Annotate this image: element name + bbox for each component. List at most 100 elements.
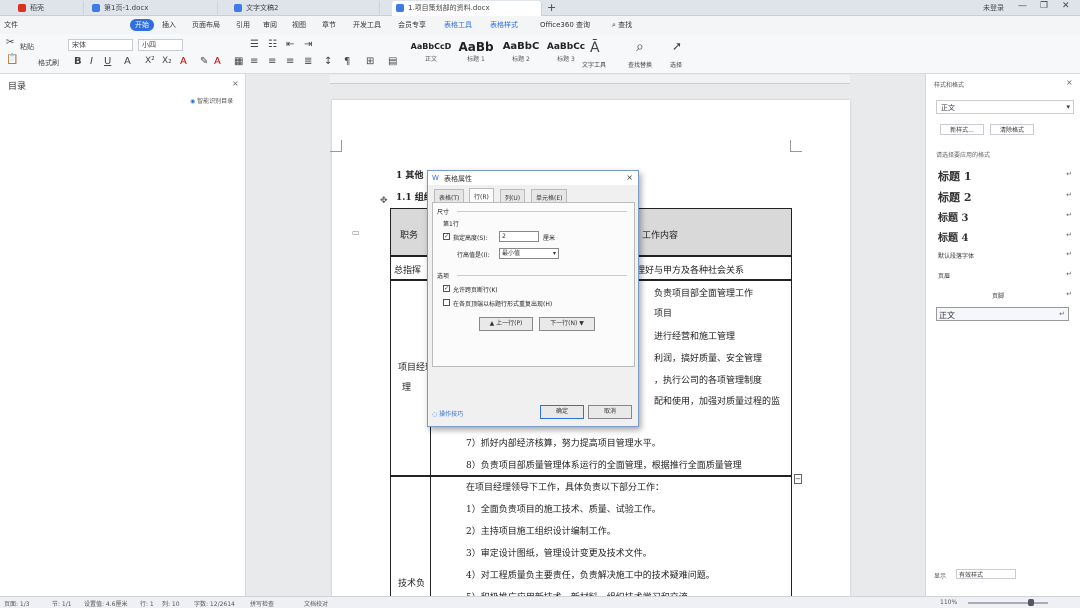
bold-button[interactable]: B xyxy=(74,56,82,67)
tab-doc1[interactable]: 第1页-1.docx xyxy=(88,1,218,16)
next-row-button[interactable]: 下一行(N) ▼ xyxy=(539,317,595,331)
minimize-icon[interactable]: — xyxy=(1018,1,1027,11)
allow-break-checkbox[interactable]: ✓ xyxy=(443,285,450,292)
style-item-heading2[interactable]: 标题 2 xyxy=(938,189,971,205)
cut-icon[interactable]: ✂ xyxy=(6,37,14,48)
word-count[interactable]: 字数: 12/2614 xyxy=(194,599,235,608)
ok-button[interactable]: 确定 xyxy=(540,405,584,419)
zoom-level[interactable]: 110% xyxy=(940,599,957,606)
close-icon[interactable]: ✕ xyxy=(1062,1,1070,11)
menu-view[interactable]: 视图 xyxy=(292,20,306,30)
repeat-header-checkbox[interactable] xyxy=(443,299,450,306)
style-item-header[interactable]: 页眉 xyxy=(938,271,950,280)
tab-column[interactable]: 列(U) xyxy=(500,189,526,202)
current-style-select[interactable]: 正文 ▾ xyxy=(936,100,1074,114)
menu-file[interactable]: 文件 xyxy=(4,20,18,30)
style-item-heading1[interactable]: 标题 1 xyxy=(938,168,971,184)
superscript-button[interactable]: X² xyxy=(145,56,155,66)
style-item-heading4[interactable]: 标题 4 xyxy=(938,229,968,244)
menu-search[interactable]: ⌕ 查找 xyxy=(612,20,632,30)
tab-doc3[interactable]: 1.项目策划部的资料.docx xyxy=(392,1,542,16)
style-normal[interactable]: AaBbCcD 正文 xyxy=(410,40,452,63)
font-size-select[interactable]: 小四 xyxy=(138,39,183,51)
align-right-icon[interactable]: ≡ xyxy=(286,56,294,67)
style-heading3[interactable]: AaBbCc 标题 3 xyxy=(545,40,587,63)
row-height-select[interactable]: 最小值 ▾ xyxy=(499,248,559,259)
subscript-button[interactable]: X₂ xyxy=(162,56,172,66)
menu-section[interactable]: 章节 xyxy=(322,20,336,30)
page-indicator[interactable]: 页面: 1/3 xyxy=(4,599,30,608)
italic-button[interactable]: I xyxy=(90,56,93,67)
close-icon[interactable]: × xyxy=(626,173,633,182)
new-tab-button[interactable]: + xyxy=(547,1,556,14)
menu-layout[interactable]: 页面布局 xyxy=(192,20,220,30)
spell-check-button[interactable]: 拼写检查 xyxy=(250,599,274,608)
indent-increase-icon[interactable]: ⇥ xyxy=(304,39,312,50)
style-item-normal[interactable]: 正文 ↵ xyxy=(936,307,1069,321)
bullet-list-icon[interactable]: ☰ xyxy=(250,39,259,50)
table-icon[interactable]: ▤ xyxy=(388,56,397,67)
select-button[interactable]: 选择 xyxy=(670,60,682,69)
menu-table-style[interactable]: 表格样式 xyxy=(490,20,518,30)
tab-docer[interactable]: 稻壳 xyxy=(14,1,84,16)
style-heading1[interactable]: AaBb 标题 1 xyxy=(455,40,497,63)
prev-row-button[interactable]: ▲ 上一行(P) xyxy=(479,317,533,331)
menu-references[interactable]: 引用 xyxy=(236,20,250,30)
align-center-icon[interactable]: ≡ xyxy=(268,56,276,67)
underline-button[interactable]: U xyxy=(104,56,111,67)
menu-table-tools[interactable]: 表格工具 xyxy=(444,20,472,30)
cancel-button[interactable]: 取消 xyxy=(588,405,632,419)
close-icon[interactable]: × xyxy=(232,79,239,88)
find-replace-button[interactable]: 查找替换 xyxy=(628,60,652,69)
highlight-button[interactable]: ✎ xyxy=(200,56,208,67)
doc-proof-button[interactable]: 文档校对 xyxy=(304,599,328,608)
format-painter-button[interactable]: 格式刷 xyxy=(38,58,59,68)
style-item-footer[interactable]: 页脚 xyxy=(992,291,1004,300)
border-icon[interactable]: ⊞ xyxy=(366,56,374,67)
style-item-default-font[interactable]: 默认段落字体 xyxy=(938,251,974,260)
strikethrough-button[interactable]: A xyxy=(124,56,131,67)
maximize-icon[interactable]: ❐ xyxy=(1040,1,1048,11)
new-style-button[interactable]: 新样式... xyxy=(940,124,984,135)
clear-format-button[interactable]: 清除格式 xyxy=(990,124,1034,135)
close-icon[interactable]: × xyxy=(1066,78,1073,87)
tab-cell[interactable]: 单元格(E) xyxy=(531,189,568,202)
dialog-titlebar[interactable]: W 表格属性 × xyxy=(428,171,638,185)
font-family-select[interactable]: 宋体 xyxy=(68,39,133,51)
heading-1[interactable]: 1 其他 xyxy=(396,168,423,181)
text-tools-icon[interactable]: Ā xyxy=(590,40,600,56)
menu-insert[interactable]: 插入 xyxy=(162,20,176,30)
tab-row[interactable]: 行(R) xyxy=(469,188,494,202)
add-row-icon[interactable]: − xyxy=(794,474,802,484)
style-heading2[interactable]: AaBbC 标题 2 xyxy=(500,40,542,63)
text-tools-button[interactable]: 文字工具 xyxy=(582,60,606,69)
specify-height-checkbox[interactable]: ✓ xyxy=(443,233,450,240)
shading-icon[interactable]: ▦ xyxy=(234,56,243,67)
table-row[interactable] xyxy=(390,476,792,606)
tab-doc2[interactable]: 文字文稿2 xyxy=(230,1,380,16)
align-left-icon[interactable]: ≡ xyxy=(250,56,258,67)
zoom-slider-thumb[interactable] xyxy=(1028,599,1034,606)
horizontal-ruler[interactable] xyxy=(330,75,850,84)
find-replace-icon[interactable]: ⌕ xyxy=(636,39,644,55)
justify-icon[interactable]: ≣ xyxy=(304,56,312,67)
tab-table[interactable]: 表格(T) xyxy=(434,189,465,202)
login-button[interactable]: 未登录 xyxy=(983,3,1004,13)
paste-button[interactable]: 粘贴 xyxy=(20,42,34,52)
height-input[interactable]: 2 xyxy=(499,231,539,242)
smart-toc-button[interactable]: ◉ 智能识别目录 xyxy=(190,96,233,105)
select-icon[interactable]: ➚ xyxy=(672,39,682,53)
indent-decrease-icon[interactable]: ⇤ xyxy=(286,39,294,50)
tips-link[interactable]: ◌ 操作技巧 xyxy=(432,409,463,418)
line-spacing-icon[interactable]: ↕ xyxy=(324,56,332,67)
paragraph-mark-icon[interactable]: ¶ xyxy=(344,56,350,67)
menu-member[interactable]: 会员专享 xyxy=(398,20,426,30)
table-move-handle-icon[interactable]: ✥ xyxy=(380,196,388,206)
font-color-button[interactable]: A xyxy=(180,56,187,67)
menu-review[interactable]: 审阅 xyxy=(263,20,277,30)
text-color-icon[interactable]: A xyxy=(214,56,221,67)
style-item-heading3[interactable]: 标题 3 xyxy=(938,209,968,224)
zoom-slider[interactable] xyxy=(968,602,1048,604)
numbered-list-icon[interactable]: ☷ xyxy=(268,39,277,50)
menu-developer[interactable]: 开发工具 xyxy=(353,20,381,30)
